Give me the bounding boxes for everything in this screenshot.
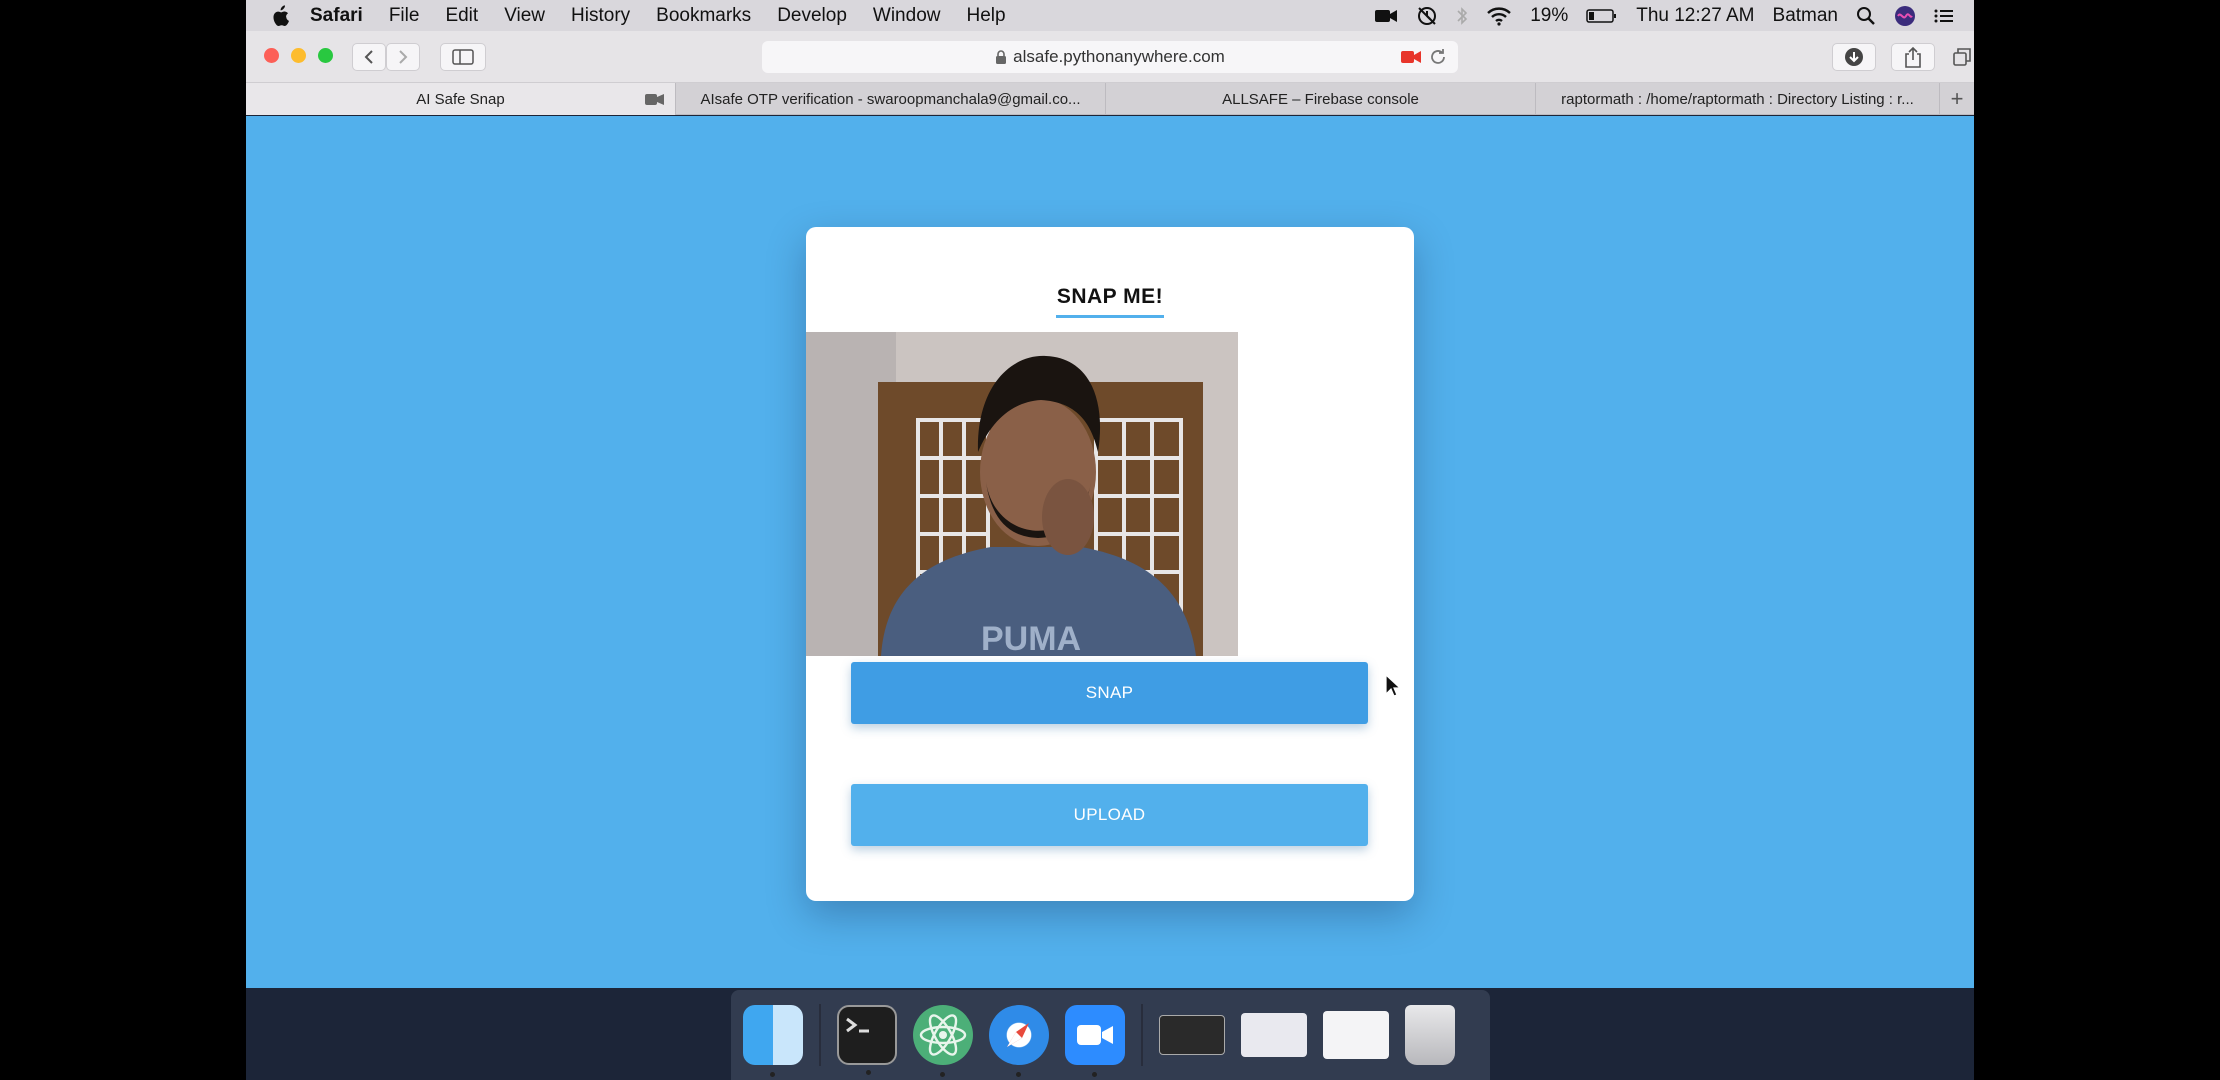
menu-file[interactable]: File bbox=[389, 5, 420, 27]
tab-overview-button[interactable] bbox=[1952, 43, 1972, 71]
desktop-screen: Safari File Edit View History Bookmarks … bbox=[246, 0, 1974, 1080]
upload-button[interactable]: UPLOAD bbox=[851, 784, 1368, 846]
running-indicator bbox=[866, 1070, 871, 1075]
battery-percent[interactable]: 19% bbox=[1530, 5, 1568, 27]
camera-recording-icon[interactable] bbox=[1400, 49, 1422, 65]
menu-window[interactable]: Window bbox=[873, 5, 941, 27]
menubar-user[interactable]: Batman bbox=[1773, 5, 1838, 27]
address-bar[interactable]: alsafe.pythonanywhere.com bbox=[762, 41, 1458, 73]
sidebar-icon bbox=[452, 49, 474, 65]
snap-button[interactable]: SNAP bbox=[851, 662, 1368, 724]
spotlight-search-icon[interactable] bbox=[1856, 6, 1876, 26]
download-icon bbox=[1845, 48, 1863, 66]
tab-label: ALLSAFE – Firebase console bbox=[1222, 90, 1419, 108]
window-controls bbox=[264, 48, 333, 63]
chevron-left-icon bbox=[364, 50, 373, 64]
back-button[interactable] bbox=[352, 43, 386, 71]
window-thumb-safari[interactable] bbox=[1241, 1013, 1307, 1057]
running-indicator bbox=[770, 1072, 775, 1077]
tab-ai-safe-snap[interactable]: AI Safe Snap bbox=[246, 83, 676, 115]
menu-develop[interactable]: Develop bbox=[777, 5, 847, 27]
tab-label: AIsafe OTP verification - swaroopmanchal… bbox=[700, 90, 1081, 108]
tab-label: AI Safe Snap bbox=[416, 90, 505, 108]
zoom-window-button[interactable] bbox=[318, 48, 333, 63]
snap-card: SNAP ME! PUMA SNAP UPLOAD bbox=[806, 227, 1414, 901]
url-text: alsafe.pythonanywhere.com bbox=[1013, 47, 1225, 66]
terminal-icon[interactable] bbox=[837, 1005, 897, 1075]
title-underline bbox=[1056, 315, 1164, 318]
bluetooth-icon[interactable] bbox=[1456, 6, 1468, 26]
video-camera-icon[interactable] bbox=[1374, 8, 1398, 24]
reload-icon[interactable] bbox=[1428, 47, 1448, 67]
menu-history[interactable]: History bbox=[571, 5, 630, 27]
running-indicator bbox=[940, 1072, 945, 1077]
tab-label: raptormath : /home/raptormath : Director… bbox=[1561, 90, 1914, 108]
battery-icon[interactable] bbox=[1586, 8, 1618, 24]
downloads-button[interactable] bbox=[1832, 43, 1876, 71]
sidebar-toggle-button[interactable] bbox=[440, 43, 486, 71]
mouse-pointer-icon bbox=[1385, 674, 1401, 697]
zoom-icon[interactable] bbox=[1065, 1005, 1125, 1077]
tab-firebase-console[interactable]: ALLSAFE – Firebase console bbox=[1106, 83, 1536, 115]
siri-icon[interactable] bbox=[1894, 5, 1916, 27]
lock-icon bbox=[996, 49, 1007, 64]
dock-separator bbox=[1141, 1004, 1143, 1066]
dock bbox=[731, 990, 1490, 1080]
svg-text:PUMA: PUMA bbox=[981, 620, 1081, 656]
menu-bookmarks[interactable]: Bookmarks bbox=[656, 5, 751, 27]
window-thumb-terminal[interactable] bbox=[1159, 1015, 1225, 1055]
terminal-prompt-icon bbox=[846, 1017, 869, 1033]
notification-center-icon[interactable] bbox=[1934, 8, 1954, 24]
menu-edit[interactable]: Edit bbox=[445, 5, 478, 27]
tabs-icon bbox=[1953, 48, 1971, 66]
safari-icon[interactable] bbox=[989, 1005, 1049, 1077]
finder-icon[interactable] bbox=[743, 1005, 803, 1077]
share-icon bbox=[1905, 46, 1921, 68]
forward-button[interactable] bbox=[386, 43, 420, 71]
close-window-button[interactable] bbox=[264, 48, 279, 63]
tab-directory-listing[interactable]: raptormath : /home/raptormath : Director… bbox=[1536, 83, 1940, 115]
menu-help[interactable]: Help bbox=[966, 5, 1005, 27]
camera-in-use-icon bbox=[645, 94, 664, 105]
window-thumb-zoom[interactable] bbox=[1323, 1011, 1389, 1059]
menubar-clock[interactable]: Thu 12:27 AM bbox=[1636, 5, 1754, 27]
chevron-right-icon bbox=[399, 50, 408, 64]
tab-otp-verification[interactable]: AIsafe OTP verification - swaroopmanchal… bbox=[676, 83, 1106, 115]
atom-icon[interactable] bbox=[913, 1005, 973, 1077]
trash-icon[interactable] bbox=[1405, 1005, 1455, 1065]
card-title: SNAP ME! bbox=[806, 285, 1414, 318]
web-page: SNAP ME! PUMA SNAP UPLOAD bbox=[246, 116, 1974, 988]
new-tab-button[interactable]: + bbox=[1940, 83, 1974, 114]
card-title-text: SNAP ME! bbox=[1056, 285, 1164, 308]
wifi-icon[interactable] bbox=[1486, 6, 1512, 26]
compass-icon bbox=[1007, 1023, 1029, 1047]
minimize-window-button[interactable] bbox=[291, 48, 306, 63]
share-button[interactable] bbox=[1891, 43, 1935, 71]
menu-view[interactable]: View bbox=[504, 5, 545, 27]
apple-icon[interactable] bbox=[270, 4, 290, 27]
webcam-frame: PUMA bbox=[806, 332, 1238, 656]
menu-bar: Safari File Edit View History Bookmarks … bbox=[246, 0, 1974, 31]
dock-separator bbox=[819, 1004, 821, 1066]
safari-toolbar: alsafe.pythonanywhere.com bbox=[246, 31, 1974, 83]
zoom-camera-icon bbox=[1077, 1025, 1113, 1045]
tab-bar: AI Safe Snap AIsafe OTP verification - s… bbox=[246, 83, 1974, 115]
screen-time-icon[interactable] bbox=[1416, 5, 1438, 27]
running-indicator bbox=[1016, 1072, 1021, 1077]
atom-logo-icon bbox=[919, 1014, 967, 1056]
webcam-video-feed: PUMA bbox=[806, 332, 1238, 656]
menu-app-name[interactable]: Safari bbox=[310, 5, 363, 27]
running-indicator bbox=[1092, 1072, 1097, 1077]
